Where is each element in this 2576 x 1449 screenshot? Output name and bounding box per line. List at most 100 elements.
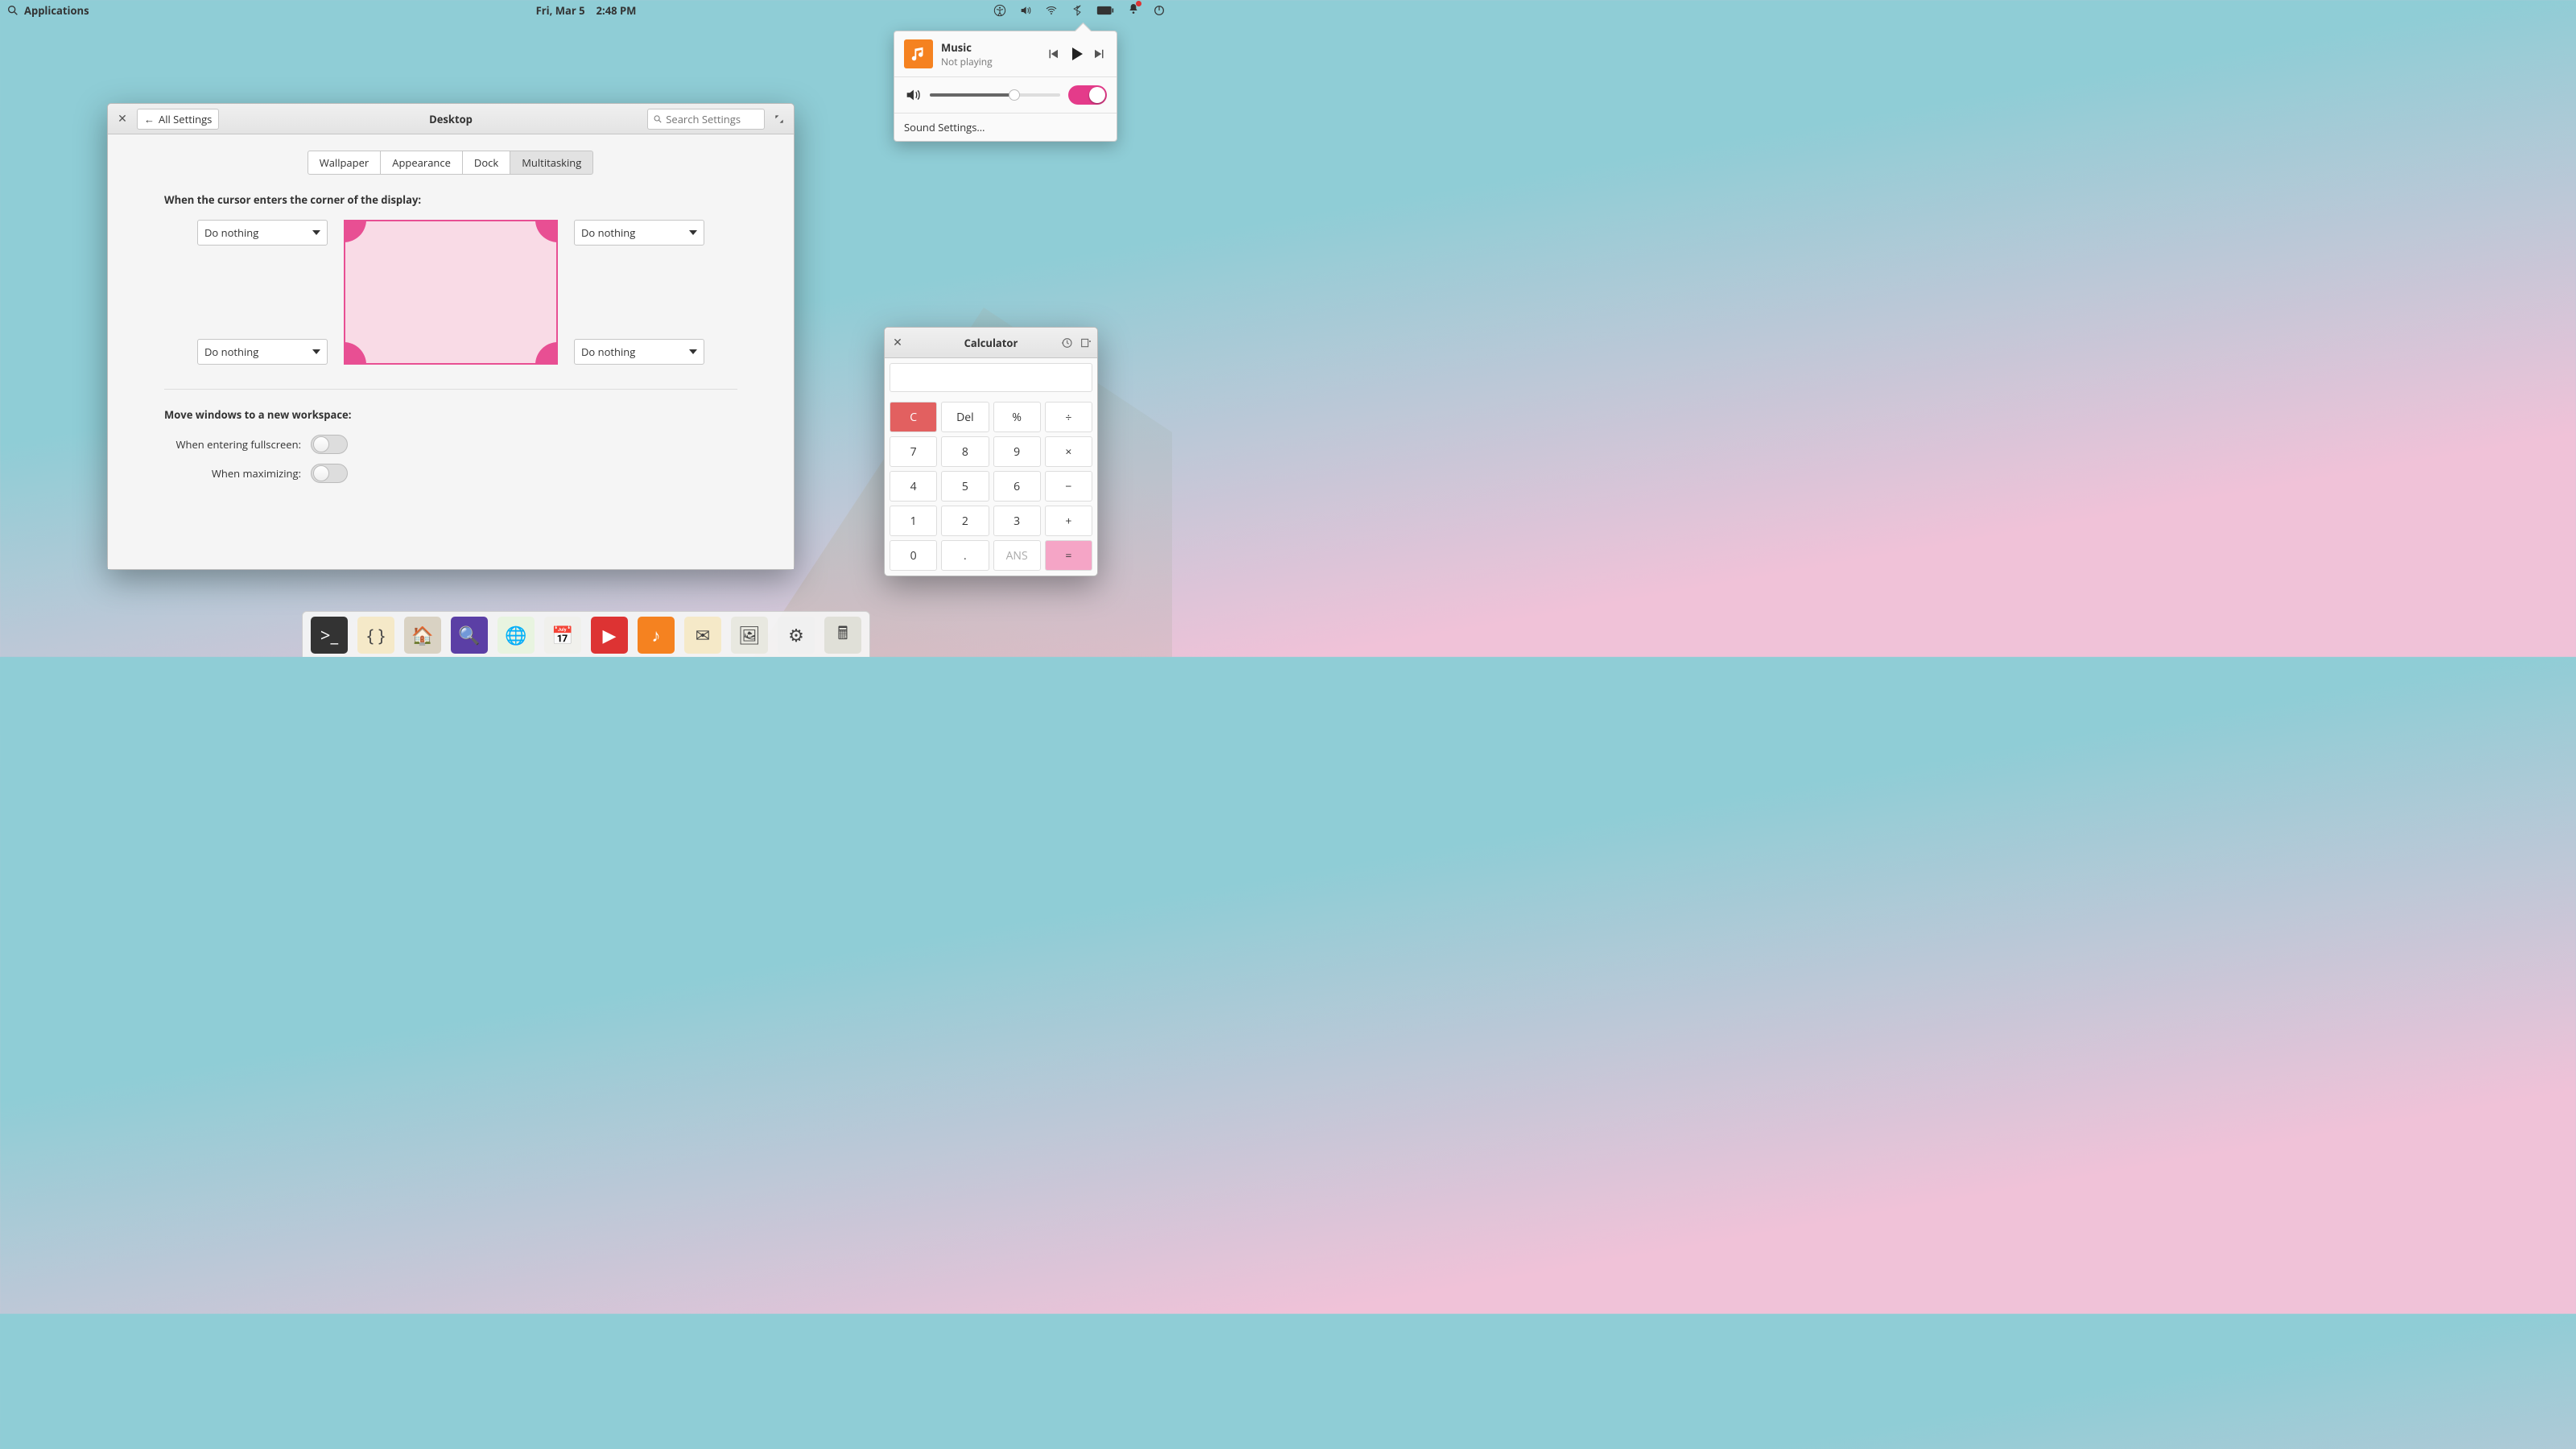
key-0[interactable]: 0 (890, 540, 937, 571)
key-8[interactable]: 8 (941, 436, 989, 467)
tab-multitasking[interactable]: Multitasking (510, 151, 593, 175)
calculator-keypad: C Del % ÷ 7 8 9 × 4 5 6 − 1 2 3 + 0 . AN… (885, 397, 1097, 576)
dock-app-terminal[interactable]: >_ (311, 617, 348, 654)
corner-top-left-value: Do nothing (204, 225, 258, 240)
dock-app-files[interactable]: 🏠 (404, 617, 441, 654)
calculator-display[interactable] (890, 363, 1092, 392)
output-toggle[interactable] (1068, 85, 1107, 105)
tab-wallpaper[interactable]: Wallpaper (308, 151, 382, 175)
media-art (904, 39, 933, 68)
clock-date[interactable]: Fri, Mar 5 (536, 3, 585, 18)
history-icon[interactable] (1060, 336, 1073, 349)
key-dot[interactable]: . (941, 540, 989, 571)
dock-app-tweaks[interactable]: ⚙ (778, 617, 815, 654)
expand-icon[interactable] (1080, 336, 1092, 349)
search-icon (653, 114, 663, 125)
sound-popover: Music Not playing Sound Settings… (894, 31, 1117, 142)
chevron-down-icon (689, 230, 697, 235)
corner-bottom-left-value: Do nothing (204, 345, 258, 359)
maximizing-label: When maximizing: (164, 466, 301, 481)
settings-titlebar[interactable]: ✕ ← All Settings Desktop (108, 104, 794, 134)
music-note-icon (910, 45, 927, 63)
dock-app-videos[interactable]: ▶ (591, 617, 628, 654)
move-windows-heading: Move windows to a new workspace: (164, 407, 737, 422)
corner-bottom-left-dropdown[interactable]: Do nothing (197, 339, 328, 365)
dock-app-calendar[interactable]: 📅 (544, 617, 581, 654)
key-percent[interactable]: % (993, 402, 1041, 432)
calculator-titlebar[interactable]: ✕ Calculator (885, 328, 1097, 358)
key-divide[interactable]: ÷ (1045, 402, 1092, 432)
chevron-down-icon (312, 349, 320, 354)
window-title: Desktop (429, 112, 473, 126)
wifi-icon[interactable] (1045, 4, 1058, 17)
media-subtitle: Not playing (941, 55, 1038, 68)
corner-top-left-dropdown[interactable]: Do nothing (197, 220, 328, 246)
key-delete[interactable]: Del (941, 402, 989, 432)
dock-app-search-tool[interactable]: 🔍 (451, 617, 488, 654)
key-add[interactable]: + (1045, 506, 1092, 536)
back-arrow-icon: ← (144, 112, 155, 126)
key-6[interactable]: 6 (993, 471, 1041, 502)
tab-appearance[interactable]: Appearance (380, 151, 463, 175)
key-9[interactable]: 9 (993, 436, 1041, 467)
key-multiply[interactable]: × (1045, 436, 1092, 467)
power-icon[interactable] (1153, 4, 1166, 17)
search-icon (6, 4, 19, 17)
previous-track-icon[interactable] (1046, 47, 1060, 61)
volume-icon[interactable] (1019, 4, 1032, 17)
preview-corner-tl (344, 220, 366, 242)
key-7[interactable]: 7 (890, 436, 937, 467)
corner-bottom-right-dropdown[interactable]: Do nothing (574, 339, 704, 365)
key-ans[interactable]: ANS (993, 540, 1041, 571)
notifications-indicator[interactable] (1127, 2, 1140, 19)
preview-corner-bl (344, 342, 366, 365)
preview-corner-tr (535, 220, 558, 242)
key-4[interactable]: 4 (890, 471, 937, 502)
maximize-button[interactable] (771, 111, 787, 127)
dock-app-music[interactable]: ♪ (638, 617, 675, 654)
chevron-down-icon (312, 230, 320, 235)
divider (164, 389, 737, 390)
tab-dock[interactable]: Dock (462, 151, 510, 175)
calculator-window: ✕ Calculator C Del % ÷ 7 8 9 × 4 5 6 − 1… (884, 327, 1098, 576)
settings-search[interactable] (647, 109, 765, 130)
applications-menu[interactable]: Applications (6, 3, 89, 18)
applications-label: Applications (24, 3, 89, 18)
close-button[interactable]: ✕ (890, 335, 906, 351)
next-track-icon[interactable] (1092, 47, 1107, 61)
search-input[interactable] (666, 112, 759, 126)
dock-app-calculator[interactable]: 🖩 (824, 617, 861, 654)
close-button[interactable]: ✕ (114, 111, 130, 127)
play-icon[interactable] (1067, 44, 1086, 64)
top-panel: Applications Fri, Mar 5 2:48 PM (0, 0, 1172, 21)
fullscreen-switch[interactable] (311, 435, 348, 454)
dock-app-web-browser[interactable]: 🌐 (497, 617, 535, 654)
dock-app-code[interactable]: { } (357, 617, 394, 654)
key-5[interactable]: 5 (941, 471, 989, 502)
key-clear[interactable]: C (890, 402, 937, 432)
settings-tabs: Wallpaper Appearance Dock Multitasking (164, 151, 737, 175)
clock-time[interactable]: 2:48 PM (597, 3, 637, 18)
corner-top-right-dropdown[interactable]: Do nothing (574, 220, 704, 246)
calculator-title: Calculator (964, 336, 1018, 350)
key-3[interactable]: 3 (993, 506, 1041, 536)
key-equals[interactable]: = (1045, 540, 1092, 571)
key-2[interactable]: 2 (941, 506, 989, 536)
display-preview (344, 220, 558, 365)
chevron-down-icon (689, 349, 697, 354)
sound-settings-link[interactable]: Sound Settings… (894, 114, 1117, 141)
dock-app-photos[interactable]: 🖼 (731, 617, 768, 654)
key-1[interactable]: 1 (890, 506, 937, 536)
bluetooth-icon[interactable] (1071, 4, 1084, 17)
speaker-icon (904, 86, 922, 104)
media-title: Music (941, 40, 1038, 55)
volume-slider[interactable] (930, 93, 1060, 97)
key-subtract[interactable]: − (1045, 471, 1092, 502)
dock-app-mail[interactable]: ✉ (684, 617, 721, 654)
all-settings-button[interactable]: ← All Settings (137, 109, 219, 130)
battery-icon[interactable] (1096, 5, 1114, 16)
corner-top-right-value: Do nothing (581, 225, 635, 240)
maximizing-switch[interactable] (311, 464, 348, 483)
accessibility-icon[interactable] (993, 4, 1006, 17)
hot-corners-heading: When the cursor enters the corner of the… (164, 192, 737, 207)
